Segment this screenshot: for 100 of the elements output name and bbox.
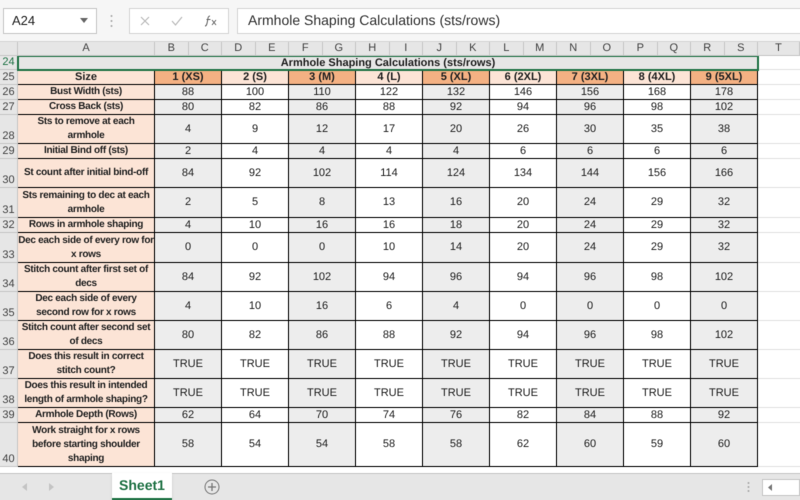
table-cell: 24 bbox=[557, 218, 624, 233]
formula-field[interactable]: Armhole Shaping Calculations (sts/rows) bbox=[237, 8, 800, 34]
table-cell: 146 bbox=[490, 85, 557, 100]
column-heading: 5 (XL) bbox=[423, 70, 490, 85]
column-header[interactable]: G bbox=[334, 43, 344, 54]
row-label: Sts to remove at each armhole bbox=[18, 115, 155, 144]
table-cell: 10 bbox=[222, 218, 289, 233]
table-cell: 156 bbox=[624, 159, 691, 188]
table-cell: 4 bbox=[155, 115, 222, 144]
table-cell: 2 bbox=[155, 144, 222, 159]
add-sheet-icon[interactable] bbox=[204, 479, 220, 495]
table-cell: 60 bbox=[691, 423, 758, 467]
table-cell: 4 bbox=[289, 144, 356, 159]
table-cell: 100 bbox=[222, 85, 289, 100]
row-label: St count after initial bind-off bbox=[18, 159, 155, 188]
table-cell: 4 bbox=[423, 292, 490, 321]
column-heading: 7 (3XL) bbox=[557, 70, 624, 85]
table-cell: 96 bbox=[557, 100, 624, 115]
table-cell: 92 bbox=[423, 321, 490, 350]
row-label: Sts remaining to dec at each armhole bbox=[18, 188, 155, 218]
column-header[interactable]: N bbox=[569, 43, 578, 54]
scroll-left-icon[interactable] bbox=[768, 484, 772, 490]
table-cell: 86 bbox=[289, 321, 356, 350]
table-cell: 168 bbox=[624, 85, 691, 100]
column-header[interactable]: C bbox=[200, 43, 209, 54]
column-header[interactable]: B bbox=[168, 43, 175, 54]
table-cell: TRUE bbox=[624, 350, 691, 379]
column-header[interactable]: T bbox=[775, 43, 782, 54]
table-cell: 124 bbox=[423, 159, 490, 188]
row-label: Does this result in intended length of armhole shaping? bbox=[18, 379, 155, 408]
table-cell: 6 bbox=[490, 144, 557, 159]
table-cell: 24 bbox=[557, 188, 624, 218]
table-cell: 18 bbox=[423, 218, 490, 233]
column-heading: 9 (5XL) bbox=[691, 70, 758, 85]
table-cell: 98 bbox=[624, 321, 691, 350]
table-cell: 58 bbox=[356, 423, 423, 467]
name-box[interactable]: A24 bbox=[3, 8, 97, 34]
table-cell: 94 bbox=[356, 263, 423, 292]
column-header[interactable]: K bbox=[469, 43, 476, 54]
table-cell: 4 bbox=[423, 144, 490, 159]
table-cell: 114 bbox=[356, 159, 423, 188]
table-cell: 156 bbox=[557, 85, 624, 100]
table-cell: 76 bbox=[423, 408, 490, 423]
table-cell: 6 bbox=[624, 144, 691, 159]
cancel-icon[interactable] bbox=[140, 16, 150, 26]
column-heading: 2 (S) bbox=[222, 70, 289, 85]
column-header[interactable]: A bbox=[82, 43, 90, 54]
title-cell[interactable]: Armhole Shaping Calculations (sts/rows) bbox=[18, 56, 758, 70]
table-cell: 8 bbox=[289, 188, 356, 218]
table-cell: 96 bbox=[557, 263, 624, 292]
table-cell: 110 bbox=[289, 85, 356, 100]
column-header[interactable]: E bbox=[268, 43, 276, 54]
table-cell: TRUE bbox=[356, 379, 423, 408]
column-header[interactable]: M bbox=[535, 43, 544, 54]
table-cell: 94 bbox=[490, 100, 557, 115]
row-label: Dec each side of every row for x rows bbox=[18, 233, 155, 263]
table-cell: 30 bbox=[557, 115, 624, 144]
sheet-tab[interactable]: Sheet1 bbox=[112, 473, 172, 500]
table-cell: 62 bbox=[490, 423, 557, 467]
function-icon[interactable] bbox=[204, 14, 218, 26]
check-icon[interactable] bbox=[170, 16, 183, 26]
row-label: Rows in armhole shaping bbox=[18, 218, 155, 233]
table-cell: 10 bbox=[222, 292, 289, 321]
column-header[interactable]: Q bbox=[669, 43, 678, 54]
row-label: Cross Back (sts) bbox=[18, 100, 155, 115]
column-header[interactable]: H bbox=[368, 43, 376, 54]
horizontal-scrollbar[interactable] bbox=[762, 478, 800, 496]
column-header[interactable]: L bbox=[503, 43, 510, 54]
column-header[interactable]: P bbox=[636, 43, 644, 54]
table-cell: TRUE bbox=[289, 379, 356, 408]
column-header[interactable]: D bbox=[234, 43, 242, 54]
table-cell: 102 bbox=[691, 321, 758, 350]
table-cell: 29 bbox=[624, 233, 691, 263]
column-header[interactable]: S bbox=[737, 43, 744, 54]
table-cell: TRUE bbox=[423, 350, 490, 379]
table-cell: TRUE bbox=[289, 350, 356, 379]
table-cell: 32 bbox=[691, 218, 758, 233]
table-cell: 0 bbox=[624, 292, 691, 321]
table-cell: TRUE bbox=[423, 379, 490, 408]
row-label: Does this result in correct stitch count? bbox=[18, 350, 155, 379]
table-cell: 82 bbox=[222, 100, 289, 115]
table-cell: 0 bbox=[155, 233, 222, 263]
table-cell: 132 bbox=[423, 85, 490, 100]
table-cell: 0 bbox=[289, 233, 356, 263]
table-cell: 20 bbox=[423, 115, 490, 144]
column-header[interactable]: I bbox=[404, 43, 408, 54]
table-cell: 102 bbox=[289, 159, 356, 188]
table-cell: 6 bbox=[356, 292, 423, 321]
table-cell: 94 bbox=[490, 321, 557, 350]
column-header[interactable]: O bbox=[602, 43, 612, 54]
scroll-right-icon[interactable] bbox=[49, 483, 54, 491]
column-header[interactable]: R bbox=[703, 43, 712, 54]
caret-icon bbox=[80, 18, 88, 23]
table-cell: 29 bbox=[624, 218, 691, 233]
column-header[interactable]: J bbox=[436, 43, 442, 54]
table-cell: 32 bbox=[691, 233, 758, 263]
table-cell: 84 bbox=[155, 263, 222, 292]
column-header[interactable]: F bbox=[302, 43, 309, 54]
row-label: Stitch count after first set of decs bbox=[18, 263, 155, 292]
table-cell: 82 bbox=[490, 408, 557, 423]
